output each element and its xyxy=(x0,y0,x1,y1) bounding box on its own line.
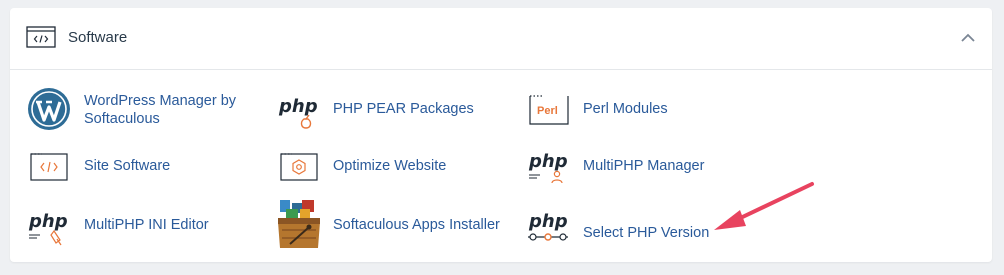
item-label: Softaculous Apps Installer xyxy=(333,217,500,233)
wordpress-manager-link[interactable]: WordPress Manager by Softaculous xyxy=(26,86,266,132)
section-title: Software xyxy=(68,29,128,46)
chevron-up-icon[interactable] xyxy=(958,28,978,48)
perl-text: Perl xyxy=(537,105,558,117)
php-user-icon: php xyxy=(528,151,568,184)
software-panel: Software WordPress Manager by Softaculou… xyxy=(10,8,992,262)
item-label: MultiPHP Manager xyxy=(583,158,705,174)
php-editor-icon: php xyxy=(28,211,68,246)
item-label: PHP PEAR Packages xyxy=(333,101,474,117)
wordpress-icon xyxy=(28,88,70,130)
php-text: php xyxy=(278,96,318,117)
softaculous-apps-installer-link[interactable]: Softaculous Apps Installer xyxy=(274,200,514,252)
perl-modules-link[interactable]: Perl Perl Modules xyxy=(526,88,726,134)
softaculous-icon xyxy=(278,200,320,248)
optimize-website-link[interactable]: Optimize Website xyxy=(276,145,496,191)
item-label: Site Software xyxy=(84,158,171,174)
gear-window-icon xyxy=(280,153,318,181)
item-label-line2: Softaculous xyxy=(84,111,160,127)
item-label: Optimize Website xyxy=(333,158,447,174)
item-label: MultiPHP INI Editor xyxy=(84,217,209,233)
arrow-icon xyxy=(714,182,814,230)
item-label-line1: WordPress Manager by xyxy=(84,93,237,109)
code-window-icon xyxy=(26,26,56,48)
panel-header[interactable]: Software xyxy=(10,8,992,70)
multiphp-ini-editor-link[interactable]: php MultiPHP INI Editor xyxy=(26,203,246,249)
php-select-icon: php xyxy=(528,211,568,241)
code-window-icon xyxy=(30,153,68,181)
item-label: Select PHP Version xyxy=(583,225,710,241)
site-software-link[interactable]: Site Software xyxy=(26,145,246,191)
php-pear-packages-link[interactable]: php PHP PEAR Packages xyxy=(276,88,496,134)
perl-icon: Perl xyxy=(529,95,569,125)
php-text: php xyxy=(28,211,68,232)
php-text: php xyxy=(528,211,568,232)
php-pear-icon: php xyxy=(278,96,318,129)
php-text: php xyxy=(528,151,568,172)
item-label: Perl Modules xyxy=(583,101,668,117)
